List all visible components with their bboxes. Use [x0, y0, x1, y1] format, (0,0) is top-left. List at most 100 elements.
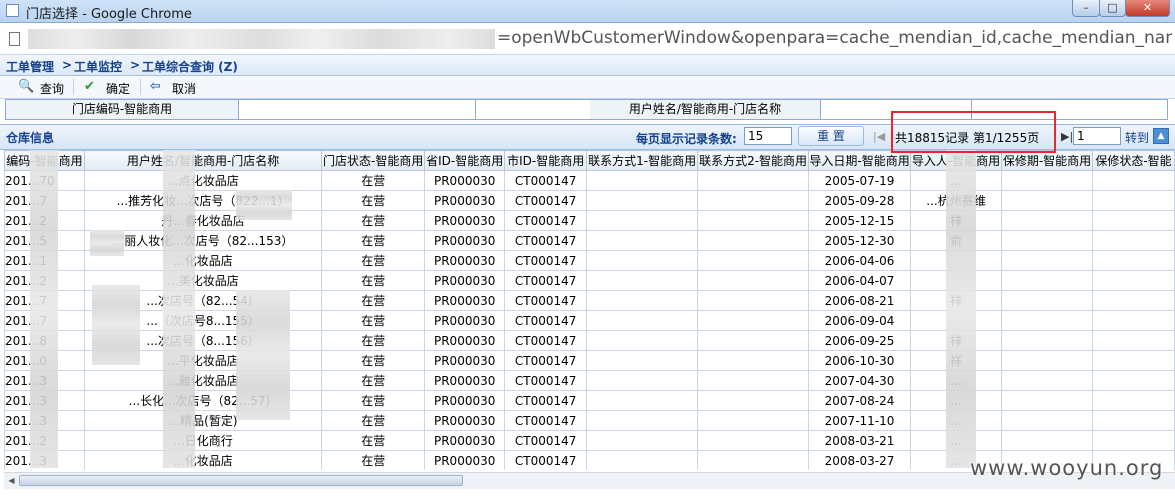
minimize-button[interactable]: –: [1072, 0, 1100, 17]
table-cell: [697, 330, 810, 351]
column-header[interactable]: 市ID-智能商用: [504, 150, 588, 171]
store-code-input[interactable]: [239, 100, 476, 119]
table-cell: 在营: [321, 350, 426, 371]
column-header[interactable]: 保修期-智能商用: [1001, 150, 1093, 171]
table-cell: CT000147: [504, 270, 588, 291]
redaction-blur: [92, 285, 140, 365]
table-cell: [697, 210, 810, 231]
table-cell: PR000030: [424, 290, 506, 311]
search-form: 门店编码-智能商用 用户姓名/智能商用-门店名称: [5, 99, 1168, 120]
table-cell: CT000147: [504, 450, 588, 470]
table-cell: PR000030: [424, 270, 506, 291]
column-header[interactable]: 联系方式2-智能商用: [697, 150, 810, 171]
scroll-left-icon[interactable]: ◀: [5, 474, 18, 487]
goto-arrow-icon[interactable]: ▲: [1153, 128, 1169, 144]
table-cell: 在营: [321, 290, 426, 311]
table-cell: [697, 190, 810, 211]
table-cell: [697, 370, 810, 391]
page-icon: [6, 4, 19, 17]
table-cell: 2005-09-28: [808, 190, 912, 211]
redaction-blur: [90, 230, 124, 256]
reset-button[interactable]: 重 置: [798, 126, 864, 146]
column-header[interactable]: 门店状态-智能商用: [321, 150, 426, 171]
table-cell: [586, 410, 699, 431]
table-cell: [1091, 310, 1175, 331]
table-cell: 在营: [321, 210, 426, 231]
document-icon: [9, 32, 20, 46]
table-cell: 2008-03-21: [808, 430, 912, 451]
breadcrumb-item-order-management[interactable]: 工单管理: [6, 58, 54, 75]
table-cell: [1091, 170, 1175, 191]
table-cell: 2005-12-30: [808, 230, 912, 251]
table-cell: [1091, 210, 1175, 231]
window-title-bar: 门店选择 - Google Chrome – □ ✕: [0, 0, 1175, 23]
store-code-label: 门店编码-智能商用: [6, 100, 239, 119]
table-cell: CT000147: [504, 330, 588, 351]
table-cell: [1001, 410, 1093, 431]
table-cell: CT000147: [504, 350, 588, 371]
table-cell: 2006-09-25: [808, 330, 912, 351]
redaction-blur: [946, 150, 976, 468]
table-cell: 在营: [321, 190, 426, 211]
goto-link[interactable]: 转到: [1125, 129, 1149, 146]
confirm-button[interactable]: ✔ 确定: [84, 79, 136, 96]
table-cell: [1091, 430, 1175, 451]
table-cell: [697, 390, 810, 411]
table-cell: [697, 430, 810, 451]
table-cell: PR000030: [424, 450, 506, 470]
scrollbar-thumb[interactable]: [19, 475, 463, 486]
table-cell: CT000147: [504, 370, 588, 391]
back-arrow-icon: ⇦: [150, 79, 161, 94]
table-cell: 2006-09-04: [808, 310, 912, 331]
close-button[interactable]: ✕: [1125, 0, 1170, 17]
table-cell: 2006-04-06: [808, 250, 912, 271]
table-cell: [697, 310, 810, 331]
table-cell: [1001, 430, 1093, 451]
user-name-input[interactable]: [821, 100, 972, 119]
table-cell: [697, 350, 810, 371]
table-cell: 2006-08-21: [808, 290, 912, 311]
table-cell: [586, 290, 699, 311]
toolbar-divider: [140, 79, 141, 95]
table-cell: [1001, 250, 1093, 271]
redaction-blur: [236, 290, 290, 420]
table-cell: CT000147: [504, 430, 588, 451]
page-info: 共18815记录 第1/1255页: [895, 131, 1040, 145]
page-number-input[interactable]: 1: [1073, 127, 1121, 145]
table-cell: [586, 230, 699, 251]
table-cell: [586, 210, 699, 231]
table-cell: 在营: [321, 170, 426, 191]
table-cell: PR000030: [424, 250, 506, 271]
page-size-input[interactable]: 15: [744, 127, 792, 145]
column-header[interactable]: 用户姓名/智能商用-门店名称: [83, 150, 323, 171]
table-cell: [586, 250, 699, 271]
column-header[interactable]: 省ID-智能商用: [424, 150, 506, 171]
url-text[interactable]: =openWbCustomerWindow&openpara=cache_men…: [497, 28, 1172, 48]
address-bar[interactable]: =openWbCustomerWindow&openpara=cache_men…: [0, 23, 1175, 55]
column-header[interactable]: 导入日期-智能商用: [808, 150, 912, 171]
first-page-icon[interactable]: |◀: [873, 130, 885, 143]
table-cell: [1001, 330, 1093, 351]
table-cell: [697, 270, 810, 291]
table-cell: CT000147: [504, 310, 588, 331]
breadcrumb-item-order-query[interactable]: 工单综合查询 (Z): [142, 58, 238, 75]
magnifier-icon: 🔍: [18, 79, 35, 94]
table-cell: 2007-11-10: [808, 410, 912, 431]
table-cell: [1001, 210, 1093, 231]
table-cell: [1001, 310, 1093, 331]
cancel-button[interactable]: ⇦ 取消: [150, 79, 202, 96]
column-header[interactable]: 保修状态-智能: [1091, 150, 1175, 171]
table-cell: PR000030: [424, 170, 506, 191]
next-page-icon[interactable]: ▶|: [1061, 130, 1073, 143]
breadcrumb: 工单管理 > 工单监控 > 工单综合查询 (Z): [0, 55, 1175, 76]
table-cell: 在营: [321, 430, 426, 451]
column-header[interactable]: 联系方式1-智能商用: [586, 150, 699, 171]
table-cell: PR000030: [424, 350, 506, 371]
breadcrumb-item-order-monitor[interactable]: 工单监控: [74, 58, 122, 75]
breadcrumb-separator: >: [130, 58, 141, 72]
table-cell: [1001, 370, 1093, 391]
query-button[interactable]: 🔍 查询: [18, 79, 70, 96]
table-cell: [1091, 270, 1175, 291]
maximize-button[interactable]: □: [1099, 0, 1126, 17]
table-cell: CT000147: [504, 230, 588, 251]
